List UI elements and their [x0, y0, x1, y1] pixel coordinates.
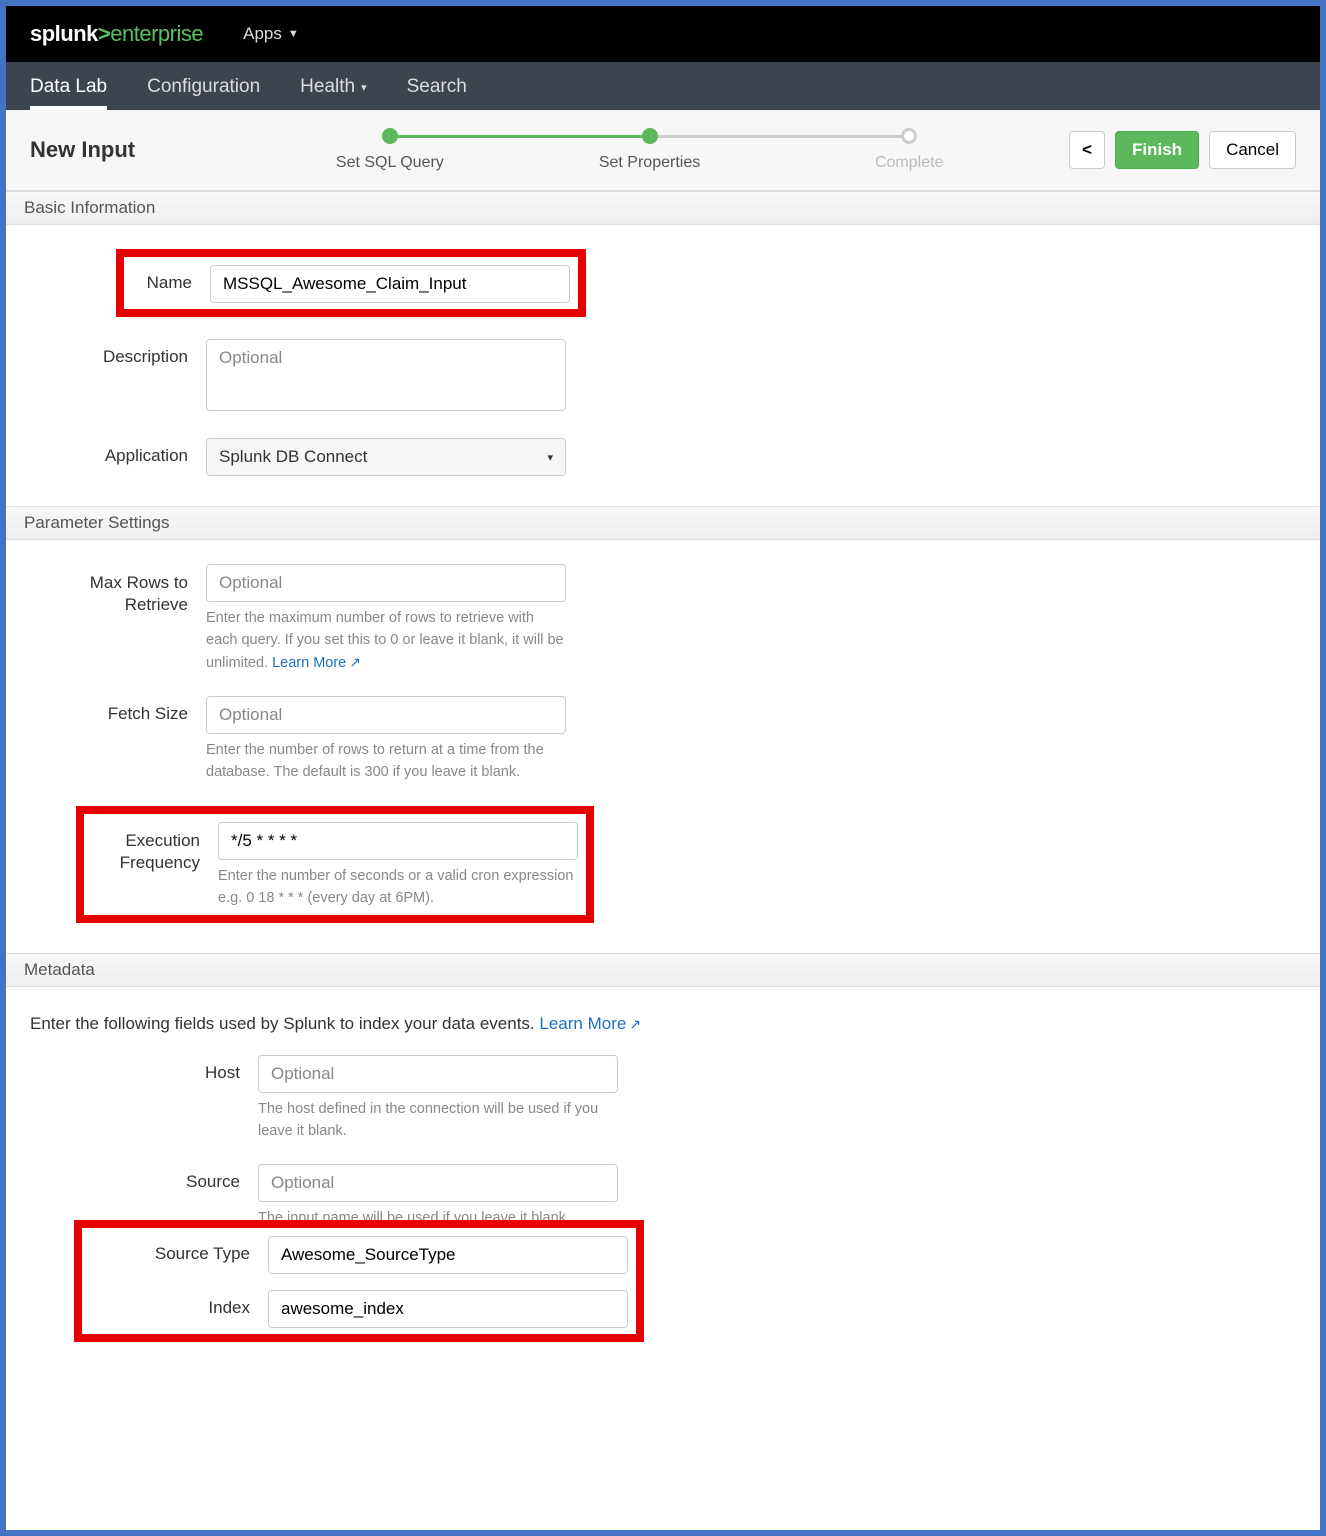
- tab-health[interactable]: Health ▾: [300, 66, 366, 110]
- global-topbar: splunk>enterprise Apps ▼: [6, 6, 1320, 62]
- step-dot-complete-icon: [382, 128, 398, 144]
- maxrows-label: Max Rows to Retrieve: [24, 564, 188, 616]
- brand-logo: splunk>enterprise: [30, 21, 203, 47]
- apps-label: Apps: [243, 24, 282, 44]
- name-label: Name: [132, 265, 192, 293]
- meta-intro: Enter the following fields used by Splun…: [24, 997, 724, 1055]
- step-connector: [650, 135, 910, 138]
- step-dot-upcoming-icon: [901, 128, 917, 144]
- section-meta-header: Metadata: [6, 953, 1320, 987]
- step-label: Set SQL Query: [336, 154, 444, 172]
- cancel-button[interactable]: Cancel: [1209, 131, 1296, 169]
- execfreq-help: Enter the number of seconds or a valid c…: [218, 866, 578, 910]
- step-label: Set Properties: [599, 154, 700, 172]
- tab-configuration[interactable]: Configuration: [147, 66, 260, 110]
- finish-button[interactable]: Finish: [1115, 131, 1199, 169]
- app-nav: Data Lab Configuration Health ▾ Search: [6, 62, 1320, 110]
- learn-more-link[interactable]: Learn More↗: [539, 1014, 641, 1033]
- wizard-header: New Input Set SQL Query Set Properties C…: [6, 110, 1320, 191]
- external-link-icon: ↗: [349, 654, 361, 670]
- brand-enterprise: enterprise: [110, 21, 203, 46]
- name-input[interactable]: [210, 265, 570, 303]
- index-label: Index: [90, 1290, 250, 1318]
- index-input[interactable]: [268, 1290, 628, 1328]
- external-link-icon: ↗: [629, 1016, 641, 1032]
- caret-down-icon: ▼: [288, 28, 299, 40]
- back-button[interactable]: <: [1069, 131, 1105, 169]
- brand-gt: >: [98, 21, 110, 46]
- section-basic-body: Name Description Application Splunk DB C…: [6, 225, 1320, 506]
- step-label: Complete: [875, 154, 943, 172]
- maxrows-help: Enter the maximum number of rows to retr…: [206, 608, 566, 674]
- wizard-steps: Set SQL Query Set Properties Complete: [260, 128, 1039, 172]
- chevron-left-icon: <: [1082, 140, 1092, 159]
- tab-data-lab[interactable]: Data Lab: [30, 66, 107, 110]
- sourcetype-input[interactable]: [268, 1236, 628, 1274]
- application-selected: Splunk DB Connect: [219, 447, 367, 467]
- fetchsize-help: Enter the number of rows to return at a …: [206, 740, 566, 784]
- section-param-header: Parameter Settings: [6, 506, 1320, 540]
- execfreq-label: Execution Frequency: [92, 822, 200, 874]
- application-select[interactable]: Splunk DB Connect ▾: [206, 438, 566, 476]
- source-label: Source: [24, 1164, 240, 1192]
- host-input[interactable]: [258, 1055, 618, 1093]
- section-meta-body: Enter the following fields used by Splun…: [6, 987, 1320, 1372]
- description-label: Description: [24, 339, 188, 367]
- host-help: The host defined in the connection will …: [258, 1099, 618, 1143]
- brand-splunk: splunk: [30, 21, 98, 46]
- caret-down-icon: ▾: [361, 81, 367, 94]
- step-dot-active-icon: [642, 128, 658, 144]
- wizard-step-1: Set SQL Query: [260, 128, 520, 172]
- sourcetype-label: Source Type: [90, 1236, 250, 1264]
- page-title: New Input: [30, 137, 260, 163]
- application-label: Application: [24, 438, 188, 466]
- section-basic-header: Basic Information: [6, 191, 1320, 225]
- wizard-actions: < Finish Cancel: [1069, 131, 1296, 169]
- source-input[interactable]: [258, 1164, 618, 1202]
- fetchsize-label: Fetch Size: [24, 696, 188, 724]
- tab-search[interactable]: Search: [407, 66, 467, 110]
- apps-menu[interactable]: Apps ▼: [243, 24, 299, 44]
- section-param-body: Max Rows to Retrieve Enter the maximum n…: [6, 540, 1320, 953]
- maxrows-input[interactable]: [206, 564, 566, 602]
- host-label: Host: [24, 1055, 240, 1083]
- step-connector: [390, 135, 650, 138]
- execfreq-input[interactable]: [218, 822, 578, 860]
- highlight-box-exec: Execution Frequency Enter the number of …: [76, 806, 594, 924]
- highlight-box-name: Name: [116, 249, 586, 317]
- fetchsize-input[interactable]: [206, 696, 566, 734]
- learn-more-link[interactable]: Learn More↗: [272, 655, 361, 671]
- caret-down-icon: ▾: [547, 451, 553, 464]
- description-textarea[interactable]: [206, 339, 566, 411]
- highlight-box-sourcetype-index: Source Type Index: [74, 1220, 644, 1342]
